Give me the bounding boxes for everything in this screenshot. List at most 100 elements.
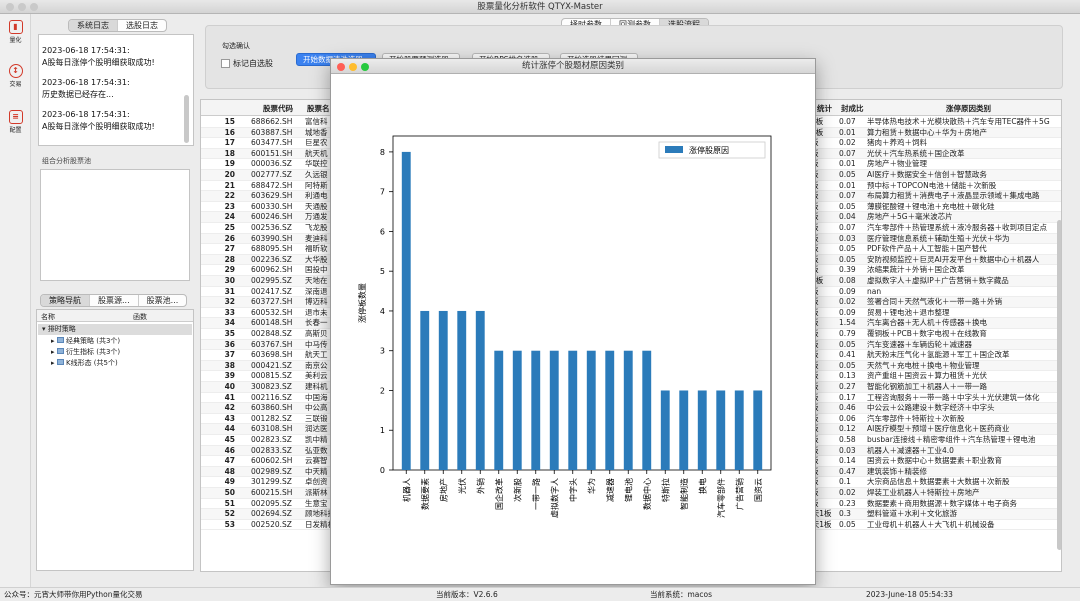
tab-system-log[interactable]: 系统日志 [69, 20, 118, 31]
row-index: 23 [224, 201, 235, 211]
cell-reason: 汽车零部件＋特斯拉＋次新股 [867, 413, 965, 423]
dialog-zoom-button[interactable] [361, 63, 369, 71]
tree-root[interactable]: ▾ 排时策略 [38, 324, 192, 335]
dialog-close-button[interactable] [337, 63, 345, 71]
window-title: 股票量化分析软件 QTYX-Master [477, 2, 603, 12]
cell-reason: 航天粉末压气化＋氢能源＋军工＋国企改革 [867, 350, 1010, 360]
cell-reason: PDF软件产品＋人工智能＋国产替代 [867, 244, 987, 254]
minimize-window-button[interactable] [18, 3, 26, 11]
row-index: 29 [224, 265, 235, 275]
row-index: 32 [224, 297, 235, 307]
x-tick-label: 特斯拉 [660, 478, 670, 502]
log-scrollbar[interactable] [184, 95, 189, 143]
folder-icon [56, 359, 64, 365]
expand-arrow-icon: ▾ [42, 325, 46, 333]
config-nav-button[interactable]: ≡ 配置 [2, 110, 29, 134]
cell-reason: 建筑装饰＋精装修 [867, 466, 927, 476]
cell-code: 002694.SZ [251, 509, 292, 519]
row-index: 51 [224, 498, 235, 508]
vertical-scrollbar[interactable] [1057, 220, 1061, 550]
checkbox-label: 标记自选股 [233, 59, 273, 68]
cell-reason: 预中标＋TOPCON电池＋储能＋次新股 [867, 180, 997, 190]
cell-code: 603477.SH [251, 138, 293, 148]
footer-datetime: 2023-June-18 05:54:33 [866, 590, 953, 599]
folder-icon [56, 348, 64, 354]
cell-code: 002833.SZ [251, 445, 292, 455]
cell-ratio: 0.46 [839, 403, 856, 413]
bar [734, 390, 744, 470]
cell-code: 600532.SH [251, 307, 293, 317]
cell-name: 中马传 [305, 339, 328, 349]
cell-name: 中天精 [305, 466, 328, 476]
cell-ratio: 0.79 [839, 329, 856, 338]
cell-reason: 安防视频监控＋巨灵AI开发平台＋数据中心＋机器人 [867, 254, 1040, 264]
x-tick-label: 数据要素 [420, 478, 430, 510]
cell-reason: 机器人＋减速器＋工业4.0 [867, 445, 954, 455]
tab-strategy-nav[interactable]: 策略导航 [41, 295, 90, 306]
row-index: 43 [224, 413, 235, 423]
bar [679, 390, 689, 470]
x-tick-label: 换电 [697, 478, 707, 494]
row-index: 33 [224, 307, 235, 317]
cell-name: 长春一 [305, 318, 328, 328]
cell-code: 600151.SH [251, 148, 293, 158]
cell-reason: 房地产＋5G＋毫米波芯片 [867, 212, 953, 222]
row-index: 50 [224, 488, 235, 497]
cell-ratio: 0.47 [839, 466, 856, 476]
row-index: 37 [224, 350, 235, 360]
row-index: 38 [224, 360, 235, 370]
cell-name: 富信科 [305, 117, 328, 126]
x-tick-label: 外销 [475, 478, 485, 494]
cell-ratio: 0.06 [839, 413, 856, 423]
cell-code: 301299.SZ [251, 477, 292, 487]
header-count: 统计 [817, 104, 832, 113]
quant-nav-button[interactable]: ▮ 量化 [2, 20, 29, 44]
cell-ratio: 0.02 [839, 297, 856, 307]
cell-ratio: 0.41 [839, 350, 856, 360]
row-index: 45 [224, 435, 235, 444]
cell-reason: 浓缩果蔬汁＋外销＋国企改革 [867, 265, 965, 275]
cell-name: 阿特斯 [305, 180, 328, 190]
status-bar: 公众号：元宵大师带你用Python量化交易 当前版本：V2.6.6 当前系统：m… [0, 587, 1080, 601]
close-window-button[interactable] [6, 3, 14, 11]
cell-code: 600215.SH [251, 488, 293, 497]
cell-name: 卓创资 [305, 477, 328, 487]
cell-code: 603698.SH [251, 350, 293, 360]
cell-ratio: 0.02 [839, 488, 856, 497]
dialog-titlebar: 统计涨停个股题材原因类别 [331, 59, 815, 74]
row-index: 17 [224, 138, 235, 148]
checkbox-box[interactable] [221, 59, 230, 68]
cell-code: 002520.SZ [251, 519, 292, 529]
x-tick-label: 广告营销 [734, 478, 744, 510]
cell-name: 华联控 [305, 159, 328, 169]
tree-item[interactable]: ▸ 衍生指标 (共3个) [51, 347, 120, 358]
tab-select-log[interactable]: 选股日志 [118, 20, 166, 31]
row-index: 44 [224, 424, 235, 434]
quant-nav-label: 量化 [9, 37, 22, 44]
row-index: 31 [224, 286, 235, 296]
tab-stock-source[interactable]: 股票源... [90, 295, 139, 306]
mark-favorite-check[interactable]: 标记自选股 [221, 58, 273, 69]
cell-name: 天地在 [305, 276, 328, 285]
tree-item[interactable]: ▸ 经典策略 (共3个) [51, 336, 120, 347]
legend-label: 涨停股原因 [689, 145, 729, 155]
row-index: 26 [224, 233, 235, 243]
cell-ratio: 1.54 [839, 318, 856, 328]
x-tick-label: 数据中心 [642, 478, 652, 510]
cell-ratio: 0.13 [839, 371, 856, 381]
config-nav-label: 配置 [9, 127, 22, 134]
zoom-window-button[interactable] [30, 3, 38, 11]
tree-item[interactable]: ▸ K线形态 (共5个) [51, 358, 120, 369]
trade-nav-button[interactable]: ↕ 交易 [2, 64, 29, 88]
row-index: 22 [224, 191, 235, 201]
cell-ratio: 0.05 [839, 201, 856, 211]
cell-reason: 汽车零部件＋热管理系统＋液冷服务器＋收到项目定点 [867, 223, 1047, 232]
dialog-minimize-button[interactable] [349, 63, 357, 71]
cell-reason: AI医疗模型＋预增＋医疗信息化＋医药商业 [867, 424, 1010, 434]
combo-pool-box[interactable] [40, 169, 190, 281]
cell-code: 688095.SH [251, 244, 293, 254]
cell-ratio: 0.05 [839, 254, 856, 264]
cell-code: 603108.SH [251, 424, 293, 434]
row-index: 19 [224, 159, 235, 169]
tab-stock-pool[interactable]: 股票池... [139, 295, 187, 306]
